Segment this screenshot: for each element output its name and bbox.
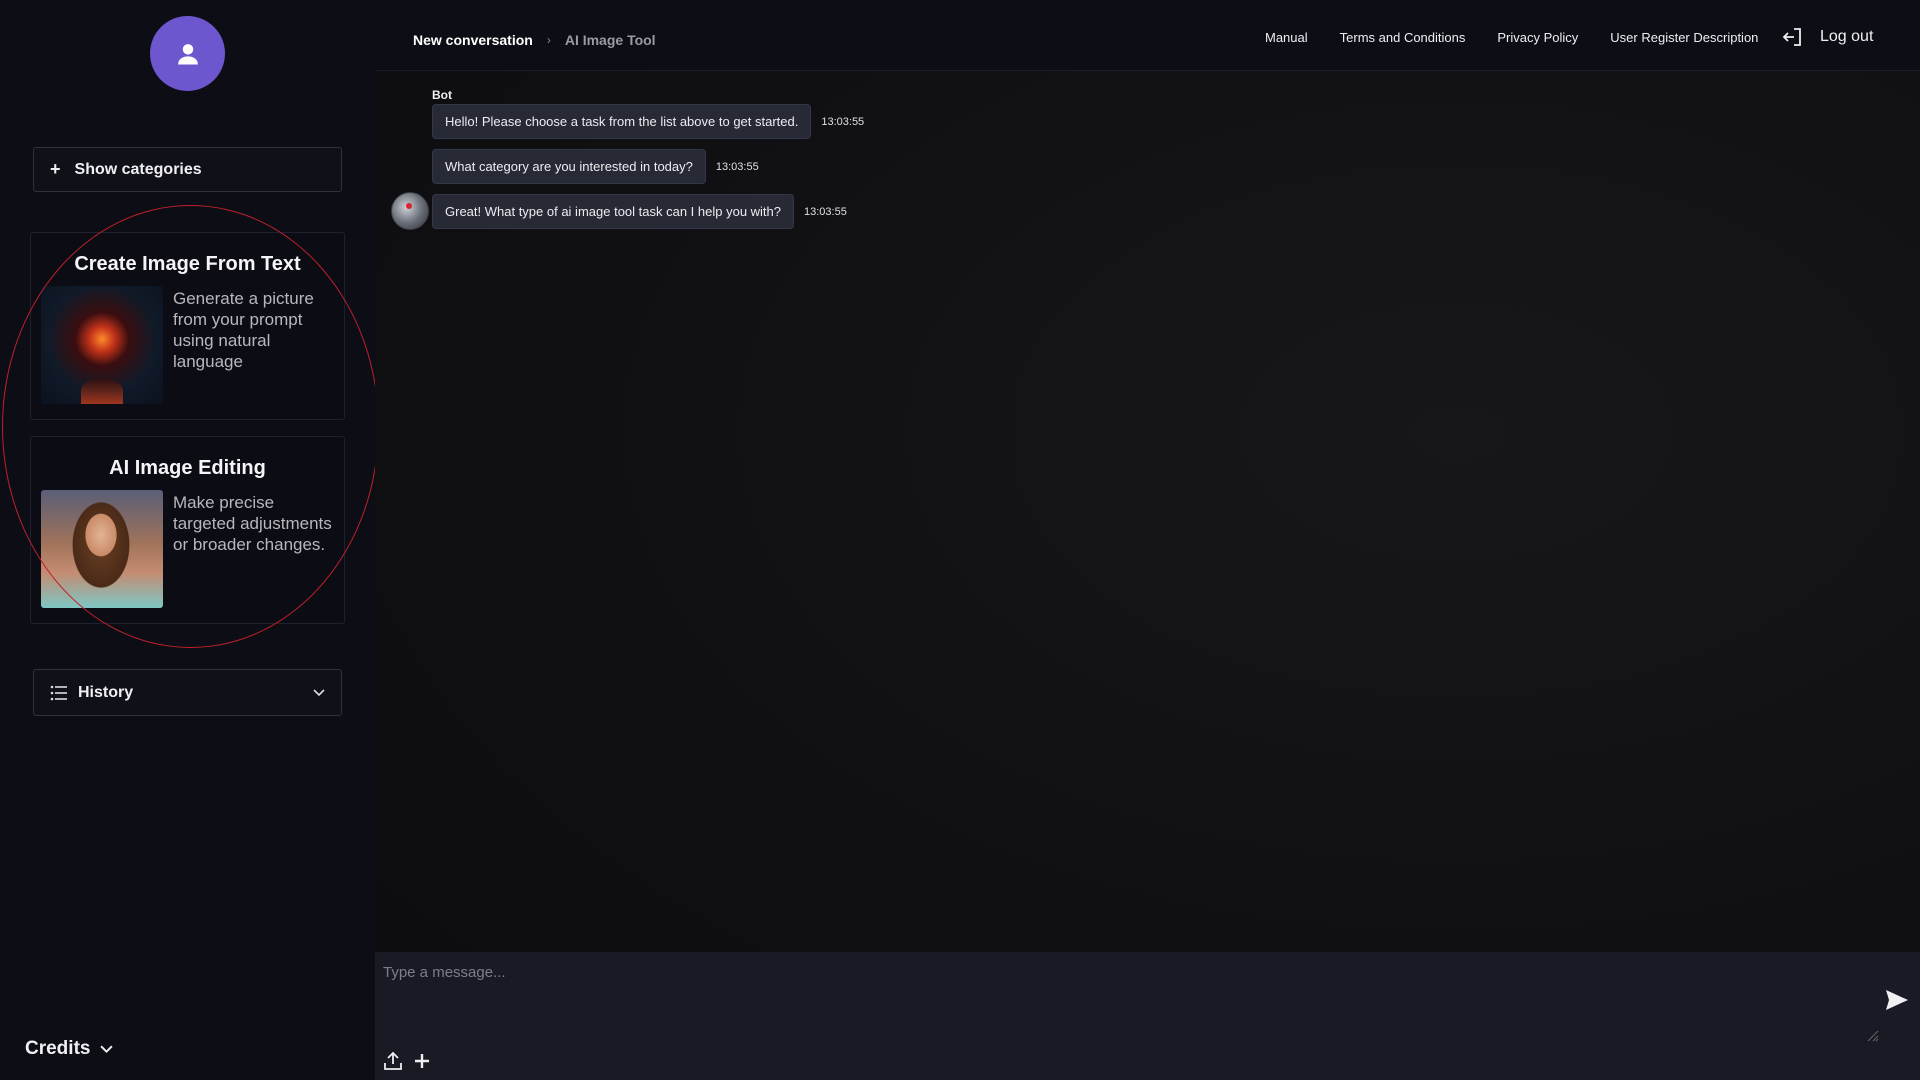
nav-manual[interactable]: Manual bbox=[1265, 30, 1308, 45]
message-time: 13:03:55 bbox=[821, 115, 865, 128]
logout-icon bbox=[1782, 28, 1801, 46]
user-icon bbox=[177, 43, 198, 64]
send-button[interactable] bbox=[1885, 989, 1909, 1016]
category-card-image-editing[interactable]: AI Image Editing Make precise targeted a… bbox=[30, 436, 345, 624]
credits-label: Credits bbox=[25, 1038, 91, 1059]
message-bubble: Hello! Please choose a task from the lis… bbox=[432, 104, 812, 139]
breadcrumb-new-conversation[interactable]: New conversation bbox=[413, 32, 533, 48]
message-bubble: Great! What type of ai image tool task c… bbox=[432, 194, 795, 229]
nav-user-register[interactable]: User Register Description bbox=[1610, 30, 1758, 45]
card-title: AI Image Editing bbox=[109, 457, 266, 479]
breadcrumb: New conversation › AI Image Tool bbox=[413, 32, 656, 48]
message-bubble: What category are you interested in toda… bbox=[432, 149, 706, 184]
portrait-thumbnail bbox=[41, 490, 163, 608]
breadcrumb-current: AI Image Tool bbox=[564, 32, 656, 48]
plus-icon[interactable] bbox=[413, 1052, 431, 1070]
main-area: New conversation › AI Image Tool Manual … bbox=[375, 0, 1920, 1080]
message-time: 13:03:55 bbox=[715, 160, 759, 173]
list-icon bbox=[50, 685, 67, 700]
chevron-down-icon bbox=[100, 1045, 114, 1053]
history-dropdown[interactable]: History bbox=[33, 669, 342, 716]
category-card-create-image[interactable]: Create Image From Text Generate a pictur… bbox=[30, 232, 345, 420]
sender-label: Bot bbox=[432, 88, 452, 102]
show-categories-label: Show categories bbox=[74, 160, 202, 178]
logout-label: Log out bbox=[1820, 28, 1874, 45]
nav-terms[interactable]: Terms and Conditions bbox=[1340, 30, 1466, 45]
plus-icon: + bbox=[50, 159, 61, 179]
top-nav: Manual Terms and Conditions Privacy Poli… bbox=[1265, 30, 1758, 45]
logout-button[interactable]: Log out bbox=[1782, 28, 1873, 46]
chat-message: Great! What type of ai image tool task c… bbox=[432, 194, 847, 229]
chevron-right-icon: › bbox=[546, 33, 551, 47]
chevron-down-icon bbox=[313, 688, 325, 696]
send-icon bbox=[1886, 990, 1908, 1010]
card-description: Make precise targeted adjustments or bro… bbox=[173, 493, 332, 554]
sidebar: + Show categories Create Image From Text… bbox=[0, 0, 379, 1080]
top-bar: New conversation › AI Image Tool Manual … bbox=[375, 0, 1920, 71]
bot-avatar bbox=[391, 192, 429, 230]
credits-dropdown[interactable]: Credits bbox=[25, 1038, 114, 1060]
message-time: 13:03:55 bbox=[804, 205, 847, 218]
card-description: Generate a picture from your prompt usin… bbox=[173, 289, 314, 371]
message-input[interactable] bbox=[383, 964, 1883, 1024]
chat-message: Hello! Please choose a task from the lis… bbox=[432, 104, 864, 139]
composer-actions bbox=[383, 1051, 431, 1071]
resize-grip-icon bbox=[1867, 1030, 1879, 1042]
card-title: Create Image From Text bbox=[74, 253, 301, 275]
history-label: History bbox=[78, 683, 134, 701]
resize-handle[interactable] bbox=[1865, 1028, 1879, 1047]
message-composer bbox=[375, 952, 1920, 1080]
lightbulb-thumbnail bbox=[41, 286, 163, 404]
chat-message: What category are you interested in toda… bbox=[432, 149, 759, 184]
user-avatar[interactable] bbox=[150, 16, 225, 91]
upload-icon[interactable] bbox=[383, 1051, 403, 1071]
show-categories-button[interactable]: + Show categories bbox=[33, 147, 342, 192]
nav-privacy[interactable]: Privacy Policy bbox=[1497, 30, 1578, 45]
